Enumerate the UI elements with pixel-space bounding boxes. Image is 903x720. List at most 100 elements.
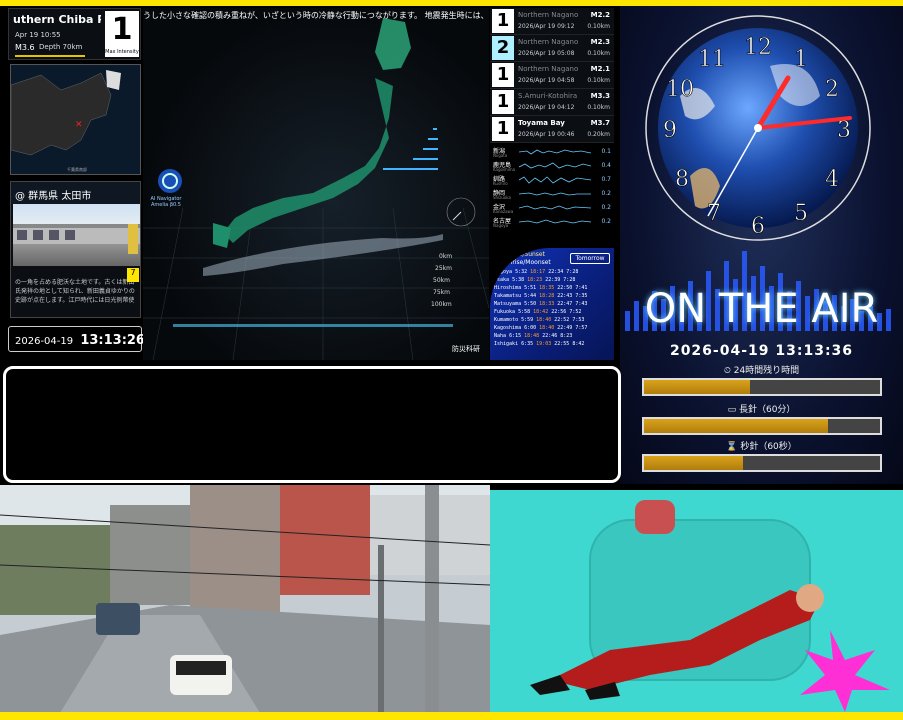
eq-list-item[interactable]: 2 Northern Nagano P 2026/Apr 19 05:08 M2… [490,35,614,62]
live-camera-card[interactable]: @ 群馬県 太田市 の一角を占める肥沃な土地です。古くは新田氏発祥の地として知ら… [10,181,141,318]
moonrise-heading: Moonrise/Moonset [496,259,551,266]
eq-intensity-label: Max Intensity [105,49,139,55]
eq-list-item[interactable]: 1 Northern Nagano P 2026/Apr 19 09:12 M2… [490,8,614,35]
eq-list-item[interactable]: 1 Toyama Bay 2026/Apr 19 00:46 M3.7 0.20… [490,116,614,143]
street-scene [0,485,490,713]
waveform-station-en: Kagoshima [493,167,516,172]
eq-item-location: Northern Nagano P [518,11,578,19]
svg-text:2: 2 [825,77,839,102]
clock-icon: ⏲ [723,366,731,376]
ai-navigator-icon [157,169,182,193]
eq-intensity-badge: 1 Max Intensity [105,11,139,57]
latest-earthquake-card[interactable]: uthern Chiba P Apr 19 10:55 M3.6 Depth 7… [8,8,141,60]
sunrise-time: 5:58 [518,309,531,315]
eq-accent-bar [15,55,85,57]
moonset-time: 7:43 [575,301,588,307]
sunset-time: 18:23 [527,277,543,283]
progress-label-text: 長針（60分） [738,405,796,415]
sun-row: Naha 6:15 18:48 22:46 8:23 [494,333,612,341]
waveform-row: 静岡 Shizuoka 0.2 [493,188,613,202]
eq-item-intensity: 1 [492,117,514,141]
waveform-row: 鹿児島 Kagoshima 0.4 [493,160,613,174]
svg-text:0km: 0km [439,253,452,260]
eq-item-magnitude: M3.7 [590,119,610,127]
camera-badge: 7 [127,268,139,282]
eq-item-depth: 0.10km [587,23,610,30]
progress-label-second: ⌛ 秒針（60秒） [620,439,903,452]
ai-navigator[interactable]: AI Navigator Amelia β0.5 [146,168,186,208]
japan-map-graphic: 0km 25km 50km 75km 100km [143,18,489,360]
sunset-time: 18:17 [530,269,546,275]
sun-city: Fukuoka [494,309,516,315]
moonset-time: 7:35 [575,293,588,299]
monitor-icon: ▭ [727,405,737,415]
clock-time: 13:13:26 [80,333,145,348]
eq-item-time: 2026/Apr 19 09:12 [518,23,575,30]
sun-city: Naha [494,333,507,339]
sunset-time: 18:28 [539,293,555,299]
eq-item-time: 2026/Apr 19 04:58 [518,77,575,84]
moonset-time: 8:23 [560,333,573,339]
waveform-station-en: Niigata [493,153,508,158]
eq-depth: Depth 70km [39,43,83,51]
moonset-time: 7:41 [575,285,588,291]
eq-item-intensity: 2 [492,36,514,60]
waveform-station-en: Nagoya [493,223,509,228]
waveform-trace [519,149,591,155]
tomorrow-button[interactable]: Tomorrow [570,253,610,264]
seismic-waveforms: 新潟 Niigata 0.1 鹿児島 Kagoshima 0.4 釧路 Kush… [493,146,613,246]
sun-row: Kagoshima 6:00 18:40 22:49 7:57 [494,325,612,333]
camera-caption: の一角を占める肥沃な土地です。古くは新田氏発祥の地として知られ、新田義貞ゆかりの… [15,279,135,304]
japan-3d-map[interactable]: 0km 25km 50km 75km 100km [143,8,489,360]
ai-navigator-label: AI Navigator Amelia β0.5 [150,196,182,208]
eq-item-depth: 0.20km [587,131,610,138]
studio-scene [490,490,903,712]
sun-times-table: Nagoya 5:32 18:17 22:34 7:28 Osaka 5:38 … [494,269,612,349]
sunset-time: 18:40 [539,325,555,331]
sunrise-time: 6:15 [509,333,522,339]
svg-text:3: 3 [837,118,851,143]
eq-location: uthern Chiba P [13,13,101,26]
progress-fill [644,456,744,470]
sunset-time: 18:48 [524,333,540,339]
local-clock: 2026-04-19 13:13:26 [8,326,145,352]
studio-video[interactable] [490,490,903,712]
eq-list-item[interactable]: 1 Northern Nagano P 2026/Apr 19 04:58 M2… [490,62,614,89]
sunrise-time: 5:51 [524,285,537,291]
sunrise-heading: Sunrise/Sunset [500,251,545,258]
sun-city: Matsuyama [494,301,522,307]
progress-label-minute: ▭ 長針（60分） [620,402,903,415]
svg-text:12: 12 [744,35,772,60]
sunrise-time: 5:59 [521,317,534,323]
waveform-row: 釧路 Kushiro 0.7 [493,174,613,188]
waveform-value: 0.4 [601,162,611,169]
moonset-time: 7:28 [566,269,579,275]
sunrise-sunset-panel: Sunrise/Sunset Moonrise/Moonset Tomorrow… [490,248,614,360]
sunset-time: 18:40 [536,317,552,323]
sunrise-time: 5:44 [524,293,537,299]
eq-item-location: Toyama Bay [518,119,565,127]
progress-fill [644,419,829,433]
progress-bar-minute [642,417,882,435]
moonrise-time: 22:39 [545,277,561,283]
eq-magnitude: M3.6 [15,43,35,52]
waveform-row: 新潟 Niigata 0.1 [493,146,613,160]
svg-text:4: 4 [825,167,839,192]
svg-text:1: 1 [794,47,808,72]
sunset-time: 18:42 [533,309,549,315]
eq-item-magnitude: M2.1 [590,65,610,73]
eq-list-item[interactable]: 1 S.Amuri-Kotohira Rikomi 2026/Apr 19 04… [490,89,614,116]
on-air-datetime: 2026-04-19 13:13:36 [669,343,854,359]
nied-logo: 防災科研 [452,345,480,353]
sunset-time: 18:35 [539,285,555,291]
bottom-accent-line [0,712,903,720]
svg-text:5: 5 [794,201,808,226]
street-live-camera[interactable] [0,485,490,713]
eq-item-location: Northern Nagano P [518,65,578,73]
eq-item-magnitude: M2.2 [590,11,610,19]
progress-bar-second [642,454,882,472]
moonrise-time: 22:34 [548,269,564,275]
moonset-time: 7:52 [569,309,582,315]
sunset-time: 18:33 [539,301,555,307]
moonset-time: 7:53 [572,317,585,323]
